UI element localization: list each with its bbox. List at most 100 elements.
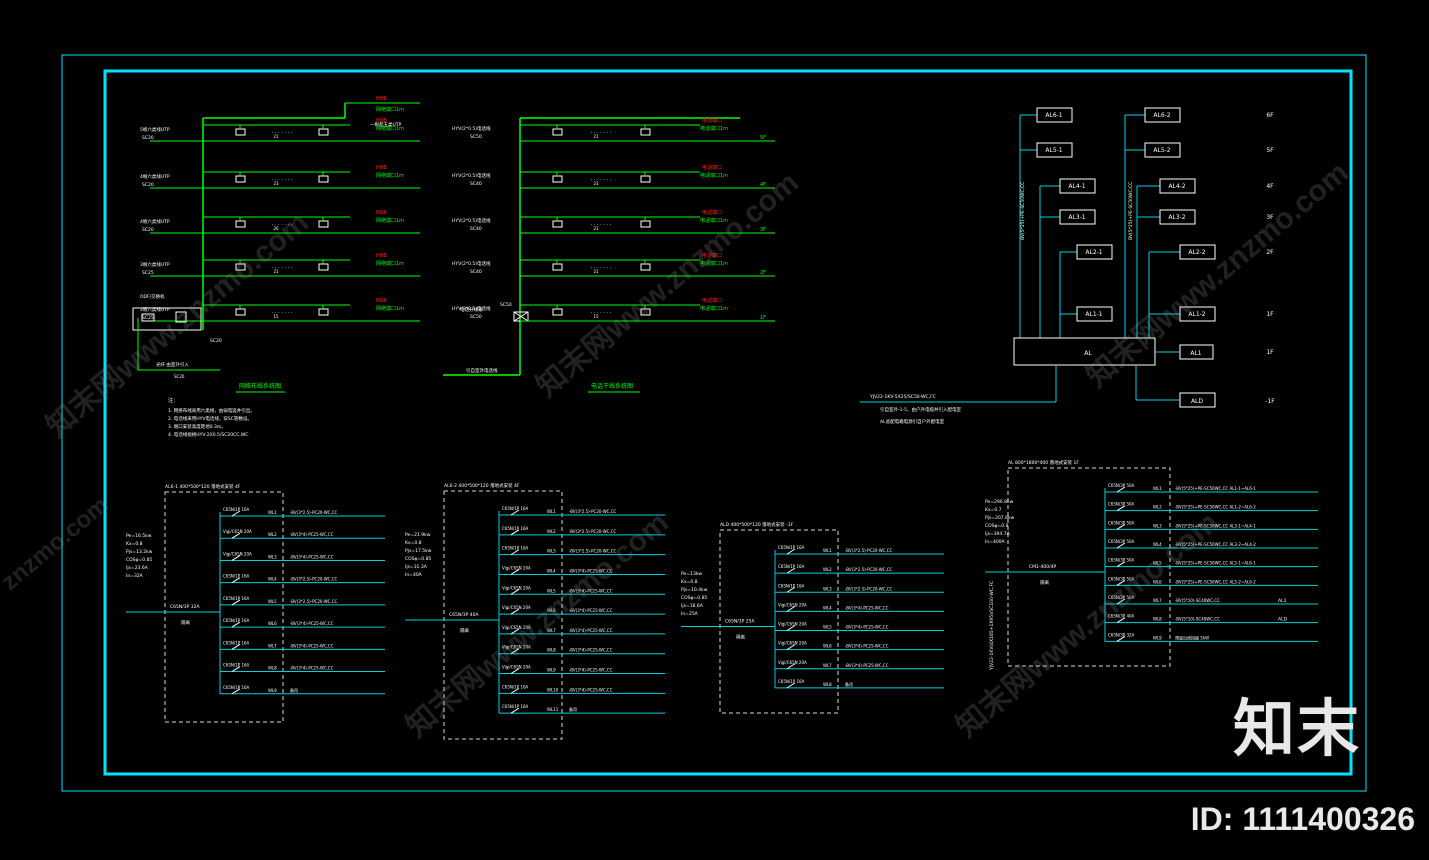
panel-breaker: C65N/3P 50A: [1108, 595, 1135, 600]
phone-incoming-label: 引自室外电话线: [466, 367, 498, 374]
panel-circuit-cable: -BV(5*25)+PE-SC50WC,CC AL1-2~AL6-2: [1175, 505, 1256, 510]
panel-circuit-cable: -BV(3*4)-PC25-WC,CC: [569, 668, 613, 673]
riser-panel-label: AL6-1: [1045, 112, 1062, 119]
riser-cable-label: BV(5*25)+PE-SC50WC,CC: [1128, 182, 1134, 240]
network-box-count: 23: [273, 181, 279, 186]
panel-title: AL 800*1800*400 落地式安装 1F: [1008, 459, 1079, 466]
panel-breaker: Vigi/C65N 20A: [223, 551, 252, 556]
network-floor-size: SC20: [142, 135, 154, 141]
panel-breaker: Vigi/C65N 20A: [778, 641, 807, 646]
network-entry-size: SC20: [210, 338, 222, 344]
panel-breaker: Vigi/C65N 20A: [502, 565, 531, 570]
phone-red-tag: 电话端口: [702, 117, 722, 124]
network-entry-label: 光纤 由室外引入: [156, 361, 189, 368]
panel-circuit-cable: -BV(3*2.5)-PC20-WC,CC: [569, 549, 617, 554]
panel-circuit-id: WL2: [547, 529, 556, 534]
panel-breaker: C65N/1P 16A: [502, 684, 529, 689]
panel-title: AL6-1 400*500*120 落地式安装 4F: [165, 483, 241, 490]
panel-circuit-cable: -BV(3*4)-PC25-WC,CC: [569, 588, 613, 593]
panel-circuit-cable: -BV(3*4)-PC25-WC,CC: [569, 568, 613, 573]
phone-green-tag: 电话端口1m: [700, 217, 728, 224]
network-green-tag: 网络端口1m: [376, 172, 404, 179]
network-green-tag: 网络端口1m: [376, 260, 404, 267]
panel-breaker: Vigi/C65N 20A: [502, 645, 531, 650]
panel-circuit-cable: -BV(3*4)-PC25-WC,CC: [845, 644, 889, 649]
panel-breaker: C65N/1P 16A: [502, 526, 529, 531]
panel-circuit-cable: 预留出线回路 5kW: [1175, 634, 1209, 640]
phone-green-tag: 电话端口1m: [700, 260, 728, 267]
panel-circuit-id: WL8: [268, 666, 277, 671]
panel-circuit-cable: -BV(5*10)-SC40WC,CC: [1175, 598, 1220, 603]
network-red-tag: HUB: [376, 165, 387, 171]
panel-parameter: Pjs=13.2kw: [126, 549, 153, 555]
panel-circuit-cable: -BV(5*25)+PE-SC50WC,CC AL1-1~AL6-1: [1175, 486, 1256, 491]
network-floor-cable: 2根六类线UTP: [140, 306, 170, 313]
phone-cable-size: SC50: [470, 134, 482, 140]
panel-circuit-cable: -BV(3*2.5)-PC20-WC,CC: [569, 529, 617, 534]
phone-cable-label: HYV(2*0.5)电话线: [452, 305, 491, 312]
panel-breaker: Vigi/C65N 20A: [502, 625, 531, 630]
phone-level-label: 2F: [760, 270, 766, 276]
panel-circuit-cable: -BV(3*4)-PC25-WC,CC: [569, 608, 613, 613]
panel-breaker: C65N/1P 16A: [223, 596, 250, 601]
panel-main-switch: C65N/3P 25A: [725, 619, 755, 625]
riser-panel-label: AL2-1: [1085, 249, 1102, 256]
riser-panel-label: AL5-2: [1153, 147, 1170, 154]
panel-circuit-id: WL4: [823, 605, 832, 610]
panel-parameter: Pe=16.5kw: [126, 533, 152, 539]
riser-panel-label: AL1-2: [1188, 311, 1205, 318]
panel-circuit-cable: -BV(3*4)-PC25-WC,CC: [290, 643, 334, 648]
panel-circuit-id: WL2: [1153, 505, 1162, 510]
network-box-count: 26: [273, 226, 279, 231]
phone-level-label: 5F: [760, 135, 766, 141]
panel-breaker: C65N/1P 16A: [778, 679, 805, 684]
phone-cable-size: SC40: [470, 269, 482, 275]
panel-breaker: C65N/1P 16A: [502, 704, 529, 709]
riser-level-label: 1F: [1266, 311, 1274, 318]
panel-circuit-dest: AL1: [1278, 598, 1287, 604]
panel-circuit-id: WL5: [547, 588, 556, 593]
panel-circuit-cable: -BV(3*2.5)-PC20-WC,CC: [290, 577, 338, 582]
panel-breaker: C65N/1P 16A: [223, 574, 250, 579]
panel-title: ALD 400*500*120 落地式安装 -1F: [720, 521, 794, 528]
panel-main-switch: C65N/3P 40A: [449, 612, 479, 618]
panel-circuit-cable: -BV(3*2.5)-PC20-WC,CC: [290, 599, 338, 604]
panel-breaker: C65N/1P 16A: [778, 583, 805, 588]
phone-main-size: SC50: [500, 302, 512, 308]
network-entry-size: SC20: [174, 374, 185, 379]
panel-circuit-cable: -BV(5*25)+PE-SC50WC,CC AL3-1~AL4-1: [1175, 523, 1256, 528]
panel-circuit-cable: -BV(3*4)-PC25-WC,CC: [569, 628, 613, 633]
network-green-tag: 网络端口1m: [376, 217, 404, 224]
panel-circuit-id: WL4: [547, 568, 556, 573]
panel-circuit-cable: -BV(3*2.5)-PC20-WC,CC: [845, 548, 893, 553]
panel-parameter: Ijs=23.6A: [126, 565, 149, 571]
brand-id: ID: 1111400326: [1190, 801, 1415, 837]
panel-circuit-id: WL2: [268, 532, 277, 537]
network-floor-cable: 3根六类线UTP: [140, 261, 170, 268]
riser-panel-label: AL4-1: [1068, 183, 1085, 190]
notes-line: 4. 电话线规格HYV-2X0.5/SC20CC,WC: [168, 431, 248, 438]
panel-breaker: Vigi/C65N 20A: [223, 529, 252, 534]
panel-parameter: Pjs=17.5kw: [405, 548, 432, 554]
riser-level-label: 2F: [1266, 249, 1274, 256]
panel-parameter: In=40A: [405, 572, 423, 578]
panel-breaker: C65N/1P 16A: [502, 506, 529, 511]
panel-parameter: Kx=0.8: [405, 540, 422, 546]
panel-parameter: Kx=0.8: [126, 541, 143, 547]
panel-circuit-id: WL6: [547, 608, 556, 613]
riser-level-label: 6F: [1266, 112, 1274, 119]
network-red-tag: HUB: [376, 253, 387, 259]
phone-green-tag: 电话端口1m: [700, 125, 728, 132]
panel-breaker: C65N/1P 16A: [778, 545, 805, 550]
network-box-count: 15: [273, 314, 279, 319]
riser-level-label: 4F: [1266, 183, 1274, 190]
panel-parameter: COSφ=0.85: [126, 557, 152, 563]
panel-circuit-id: WL5: [823, 625, 832, 630]
panel-circuit-id: WL4: [1153, 542, 1162, 547]
panel-circuit-id: WL1: [1153, 486, 1162, 491]
panel-circuit-cable: -BV(3*4)-PC25-WC,CC: [845, 605, 889, 610]
panel-breaker: C65N/1P 16A: [778, 564, 805, 569]
network-floor-size: SC20: [142, 182, 154, 188]
panel-breaker: C65N/3P 50A: [1108, 539, 1135, 544]
panel-circuit-id: WL10: [547, 687, 559, 692]
